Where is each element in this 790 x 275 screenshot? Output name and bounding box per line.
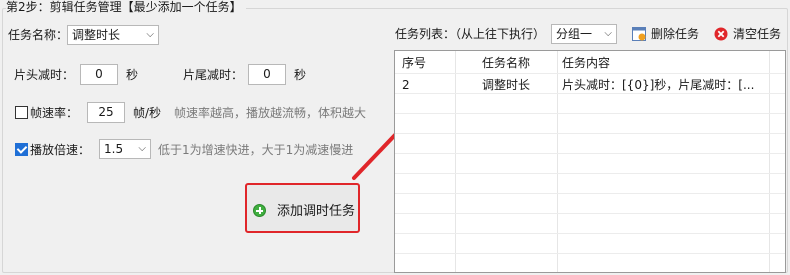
task-name-value: 调整时长 [72,28,121,42]
row-task-content[interactable]: 片头减时：[{0}]秒，片尾减时：[... [562,77,754,93]
column-header-name[interactable]: 任务名称 [482,55,530,71]
window-delete-icon [632,27,646,41]
column-header-content[interactable]: 任务内容 [562,55,610,71]
task-list-label: 任务列表：（从上往下执行） [395,27,546,41]
clear-icon [714,27,728,41]
group-title: 第2步：剪辑任务管理【最少添加一个任务】 [6,0,246,14]
tail-trim-input[interactable]: 0 [248,64,286,85]
row-divider [395,113,785,114]
tail-trim-unit: 秒 [294,68,307,82]
task-name-label: 任务名称： [8,28,69,42]
frame-rate-checkbox[interactable] [15,106,28,119]
clear-tasks-button[interactable]: 清空任务 [710,23,786,45]
delete-task-label: 删除任务 [651,27,700,41]
task-list-table[interactable]: 序号 任务名称 任务内容 2 调整时长 片头减时：[{0}]秒，片尾减时：[..… [394,50,786,273]
row-divider [395,193,785,194]
row-divider [395,233,785,234]
row-divider [395,153,785,154]
delete-task-button[interactable]: 删除任务 [628,23,704,45]
head-trim-unit: 秒 [126,68,139,82]
chevron-down-icon: ⌵ [146,29,154,40]
row-divider [395,253,785,254]
frame-rate-unit: 帧/秒 [133,106,162,120]
head-trim-input[interactable]: 0 [80,64,118,85]
column-divider [455,51,456,272]
speed-hint: 低于1为增速快进，大于1为减速慢进 [158,143,354,157]
head-trim-label: 片头减时： [14,68,75,82]
column-divider [769,51,770,272]
clear-tasks-label: 清空任务 [733,27,782,41]
task-name-select[interactable]: 调整时长 ⌵ [67,25,159,45]
column-header-index[interactable]: 序号 [402,55,426,71]
row-divider [395,213,785,214]
frame-rate-hint: 帧速率越高，播放越流畅，体积越大 [174,106,367,120]
column-divider [557,51,558,272]
chevron-down-icon: ⌵ [138,143,146,154]
row-index[interactable]: 2 [402,77,410,93]
group-select-value: 分组一 [556,27,593,41]
row-divider [395,133,785,134]
add-button-label: 添加调时任务 [277,204,356,219]
row-task-name[interactable]: 调整时长 [482,77,530,93]
speed-label: 播放倍速： [30,143,91,157]
chevron-down-icon: ⌵ [604,28,612,39]
frame-rate-label: 帧速率： [30,106,79,120]
speed-value: 1.5 [104,142,124,156]
add-icon [253,204,266,217]
speed-checkbox[interactable] [15,143,28,156]
speed-select[interactable]: 1.5 ⌵ [99,139,151,159]
header-divider [395,73,785,74]
group-select[interactable]: 分组一 ⌵ [551,24,617,44]
frame-rate-input[interactable]: 25 [87,102,125,123]
tail-trim-label: 片尾减时： [183,68,244,82]
row-divider [395,173,785,174]
row-divider [395,93,785,94]
add-speed-task-button[interactable]: 添加调时任务 [245,183,360,233]
